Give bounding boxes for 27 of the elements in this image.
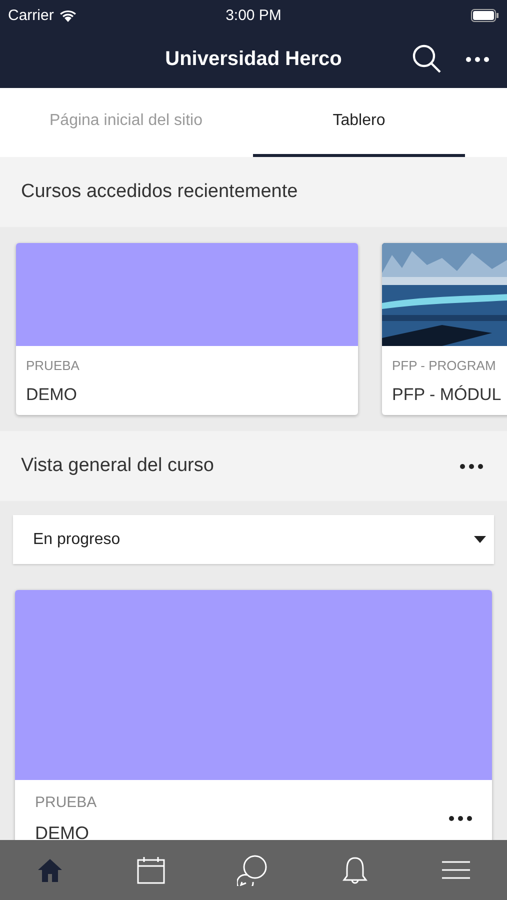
bell-icon bbox=[341, 855, 370, 885]
chat-icon bbox=[237, 854, 270, 886]
course-category: PRUEBA bbox=[35, 794, 97, 811]
course-name: DEMO bbox=[26, 385, 78, 405]
course-category: PRUEBA bbox=[26, 358, 80, 373]
more-icon[interactable] bbox=[466, 56, 489, 62]
menu-icon bbox=[441, 860, 472, 880]
home-icon bbox=[36, 856, 64, 884]
carrier-label: Carrier bbox=[8, 6, 54, 24]
wifi-icon bbox=[58, 8, 77, 22]
course-name: DEMO bbox=[35, 823, 90, 840]
more-icon[interactable] bbox=[449, 816, 472, 821]
more-icon[interactable] bbox=[460, 464, 483, 468]
filter-dropdown[interactable]: En progreso bbox=[13, 515, 494, 564]
app-title: Universidad Herco bbox=[165, 48, 342, 70]
section-title: Cursos accedidos recientemente bbox=[21, 181, 298, 203]
search-icon[interactable] bbox=[412, 44, 442, 74]
calendar-icon bbox=[136, 855, 166, 885]
course-card[interactable]: PRUEBA DEMO bbox=[16, 243, 358, 415]
course-card[interactable]: PFP - PROGRAM PFP - MÓDUL bbox=[382, 243, 507, 415]
course-name: PFP - MÓDUL bbox=[392, 385, 502, 405]
section-title: Vista general del curso bbox=[21, 455, 214, 477]
caret-icon bbox=[474, 536, 486, 543]
course-category: PFP - PROGRAM bbox=[392, 358, 497, 373]
battery-icon bbox=[471, 8, 499, 22]
course-card[interactable]: PRUEBA DEMO bbox=[15, 590, 492, 840]
status-time: 3:00 PM bbox=[226, 6, 282, 24]
